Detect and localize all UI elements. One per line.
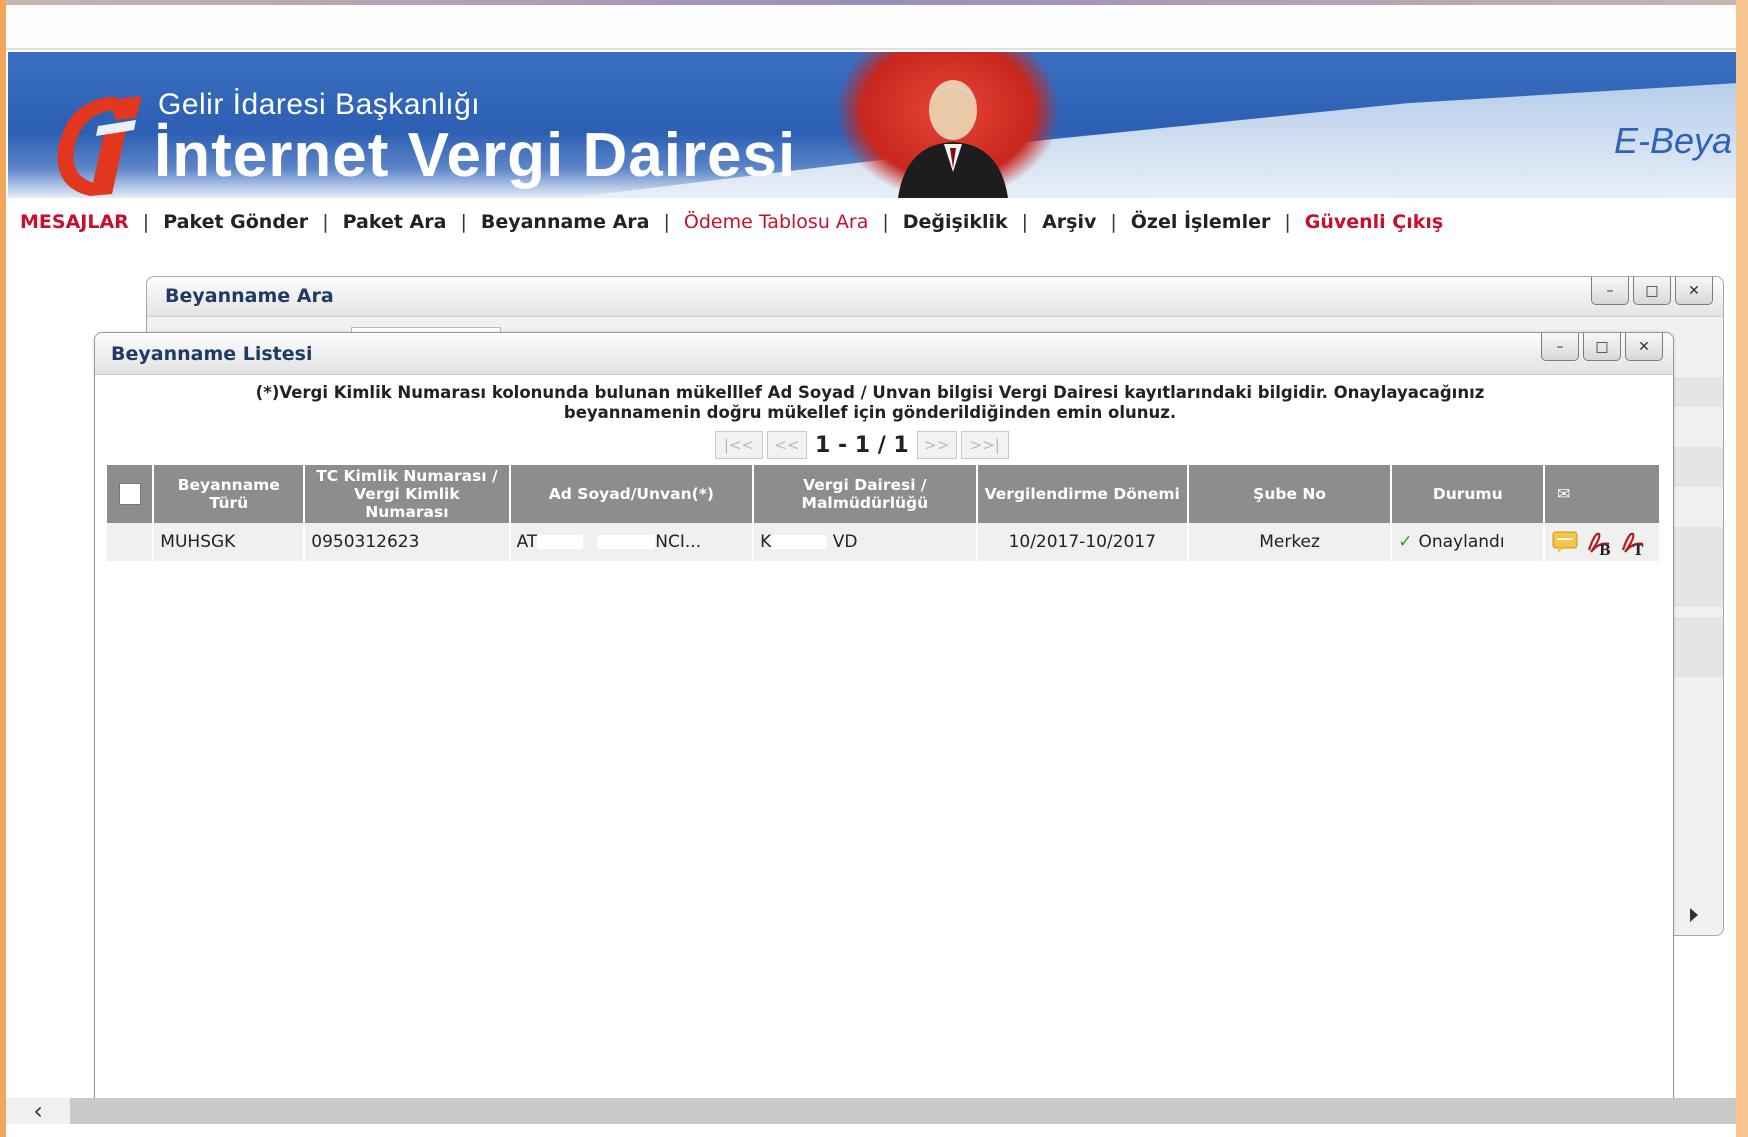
chevron-right-icon[interactable] [1689,907,1699,923]
mail-icon: ✉ [1544,465,1659,523]
portrait-image [898,80,1008,198]
cell-type: MUHSGK [153,523,306,561]
beyanname-listesi-window: Beyanname Listesi – □ ✕ (*)Vergi Kimlik … [94,332,1674,1112]
name-end: NCI... [655,532,702,552]
column-header-period[interactable]: Vergilendirme Dönemi [976,465,1189,523]
notice-line: (*)Vergi Kimlik Numarası kolonunda bulun… [255,383,1485,402]
pagination: |<< << 1 - 1 / 1 >> >>| [715,431,1009,459]
cell-office: K VD [753,523,978,561]
nav-separator: | [882,211,889,233]
cell-actions: B T [1544,523,1659,561]
svg-text:T: T [1633,543,1644,556]
minimize-button[interactable]: – [1541,333,1579,361]
table-row[interactable]: MUHSGK 0950312623 AT NCI... K VD 10/2017-… [107,523,1659,561]
maximize-button[interactable]: □ [1633,277,1671,305]
nav-paket-ara[interactable]: Paket Ara [343,211,447,233]
window-title: Beyanname Ara [165,285,334,307]
pdf-b-icon[interactable]: B [1585,528,1613,556]
column-header-office[interactable]: Vergi Dairesi / Malmüdürlüğü [753,465,978,523]
row-select-cell [107,523,155,561]
info-notice: (*)Vergi Kimlik Numarası kolonunda bulun… [155,383,1585,423]
horizontal-scrollbar[interactable]: ‹ [6,1097,1736,1125]
select-all-checkbox[interactable] [118,483,141,505]
cell-branch: Merkez [1187,523,1393,561]
close-button[interactable]: ✕ [1675,277,1713,305]
column-header-status[interactable]: Durumu [1391,465,1546,523]
header-banner: Gelir İdaresi Başkanlığı İnternet Vergi … [8,52,1736,198]
nav-arsiv[interactable]: Arşiv [1042,211,1096,233]
cell-tc: 0950312623 [304,523,511,561]
redacted-block [597,535,656,549]
row-actions: B T [1551,528,1653,556]
nav-paket-gonder[interactable]: Paket Gönder [163,211,308,233]
maximize-button[interactable]: □ [1583,333,1621,361]
gib-logo-icon [57,96,142,196]
column-header-branch[interactable]: Şube No [1187,465,1393,523]
minimize-button[interactable]: – [1591,277,1629,305]
nav-separator: | [1110,211,1117,233]
nav-mesajlar[interactable]: MESAJLAR [20,211,129,233]
nav-separator: | [1284,211,1291,233]
window-controls: – □ ✕ [1591,277,1713,305]
pdf-t-icon[interactable]: T [1619,528,1647,556]
office-start: K [760,532,772,552]
scroll-left-button[interactable]: ‹ [6,1097,70,1125]
window-controls: – □ ✕ [1541,333,1663,361]
column-header-name[interactable]: Ad Soyad/Unvan(*) [509,465,755,523]
office-end: VD [832,532,858,552]
prev-page-button[interactable]: << [767,431,807,459]
first-page-button[interactable]: |<< [715,431,763,459]
beyanname-table: Beyanname Türü TC Kimlik Numarası / Verg… [107,465,1659,561]
notice-line: beyannamenin doğru mükellef için gönderi… [563,403,1177,422]
cell-status: ✓ Onaylandı [1391,523,1546,561]
nav-beyanname-ara[interactable]: Beyanname Ara [481,211,650,233]
table-header-row: Beyanname Türü TC Kimlik Numarası / Verg… [107,465,1659,523]
window-titlebar: Beyanname Listesi – □ ✕ [95,333,1673,375]
column-header-type[interactable]: Beyanname Türü [153,465,306,523]
svg-text:B: B [1599,543,1611,556]
nav-separator: | [142,211,150,233]
banner-title: İnternet Vergi Dairesi [154,121,797,190]
window-title: Beyanname Listesi [111,343,313,365]
next-page-button[interactable]: >> [916,431,957,459]
left-frame-strip [0,0,6,1137]
nav-degisiklik[interactable]: Değişiklik [903,211,1008,233]
cell-period: 10/2017-10/2017 [976,523,1189,561]
banner-subtitle: Gelir İdaresi Başkanlığı [158,88,481,121]
name-start: AT [516,532,538,552]
message-icon[interactable] [1551,528,1579,556]
right-frame-strip [1736,0,1748,1137]
main-nav: MESAJLAR | Paket Gönder | Paket Ara | Be… [20,206,1443,238]
nav-separator: | [322,211,329,233]
check-icon: ✓ [1398,532,1413,552]
column-header-tc[interactable]: TC Kimlik Numarası / Vergi Kimlik Numara… [304,465,511,523]
window-titlebar: Beyanname Ara – □ ✕ [147,277,1723,317]
close-button[interactable]: ✕ [1625,333,1663,361]
nav-ozel-islemler[interactable]: Özel İşlemler [1131,211,1271,233]
browser-top-strip [6,5,1736,50]
nav-guvenli-cikis[interactable]: Güvenli Çıkış [1305,211,1443,233]
status-text: Onaylandı [1418,532,1505,552]
redacted-block [771,535,828,549]
cell-name: AT NCI... [509,523,755,561]
nav-odeme-tablosu-ara[interactable]: Ödeme Tablosu Ara [684,211,868,233]
last-page-button[interactable]: >>| [960,431,1009,459]
nav-separator: | [1021,211,1029,233]
nav-separator: | [663,211,670,233]
ebeyan-label: E-Beya [1613,120,1732,161]
select-all-header [107,465,155,523]
redacted-block [537,535,584,549]
nav-separator: | [460,211,467,233]
page-indicator: 1 - 1 / 1 [815,432,909,458]
